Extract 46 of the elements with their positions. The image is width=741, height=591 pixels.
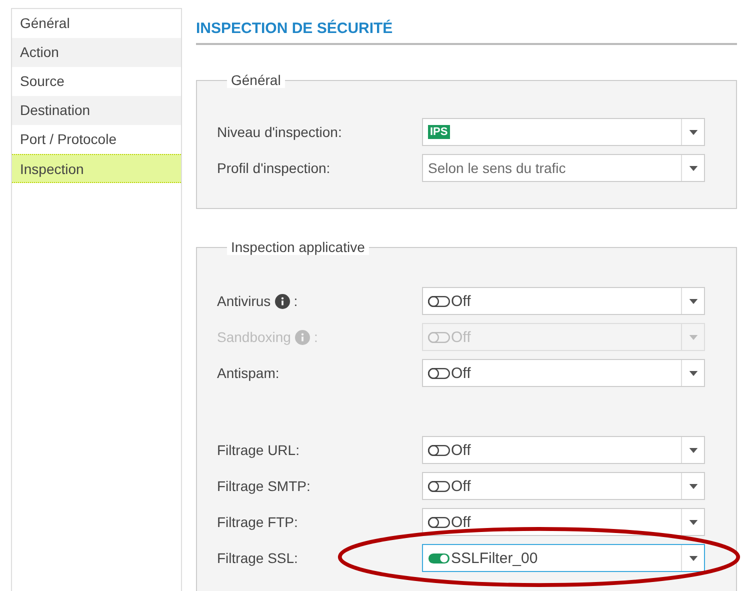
field-label: Filtrage URL: — [217, 442, 300, 458]
caret-icon — [688, 334, 698, 340]
dropdown-field[interactable]: SSLFilter_00 — [422, 544, 705, 572]
caret-icon — [688, 166, 698, 170]
sidebar-item[interactable]: Destination — [12, 96, 181, 125]
field-label: Filtrage SSL: — [217, 550, 298, 566]
caret-icon — [688, 448, 698, 452]
field-label: Profil d'inspection: — [217, 160, 330, 176]
dropdown-value: Selon le sens du trafic — [428, 160, 566, 176]
field-label: Filtrage SMTP: — [217, 478, 310, 494]
dropdown-value: Off — [451, 328, 471, 346]
label-colon: : — [314, 329, 318, 345]
dropdown-field[interactable]: Off — [422, 287, 705, 315]
caret-icon — [688, 556, 698, 560]
dropdown-value: Off — [451, 442, 471, 458]
level-badge: IPS — [428, 125, 450, 139]
field-label: Filtrage FTP: — [217, 514, 298, 530]
dropdown-field[interactable]: Off — [422, 472, 705, 500]
dropdown-field[interactable]: Selon le sens du trafic — [422, 154, 705, 182]
field-label: Sandboxing — [217, 329, 291, 345]
sidebar-item[interactable]: Port / Protocole — [12, 125, 181, 154]
field-label: Antispam: — [217, 365, 280, 381]
caret-icon — [688, 484, 698, 488]
sidebar-item[interactable]: Action — [12, 38, 181, 67]
sidebar-item[interactable]: Général — [12, 9, 181, 38]
section-title: INSPECTION DE SÉCURITÉ — [196, 20, 737, 45]
dropdown-field[interactable]: IPS — [422, 118, 705, 146]
info-icon[interactable] — [274, 294, 290, 308]
dropdown-value: Off — [451, 514, 471, 530]
field-label: Antivirus — [217, 293, 271, 309]
dropdown-value: Off — [451, 478, 471, 494]
field-label: Niveau d'inspection: — [217, 124, 342, 140]
sidebar-item[interactable]: Source — [12, 67, 181, 96]
dropdown-value: Off — [451, 292, 471, 310]
label-colon: : — [294, 293, 298, 309]
caret-icon — [688, 370, 698, 376]
dropdown-field[interactable]: Off — [422, 359, 705, 387]
caret-icon — [688, 130, 698, 134]
sidebar-item[interactable]: Inspection — [12, 154, 181, 183]
dropdown-value: SSLFilter_00 — [451, 550, 538, 566]
dropdown-value: Off — [451, 364, 471, 382]
fieldset-legend: Inspection applicative — [227, 239, 369, 255]
dropdown-field[interactable]: Off — [422, 436, 705, 464]
caret-icon — [688, 298, 698, 304]
caret-icon — [688, 520, 698, 524]
fieldset-legend: Général — [227, 72, 285, 88]
